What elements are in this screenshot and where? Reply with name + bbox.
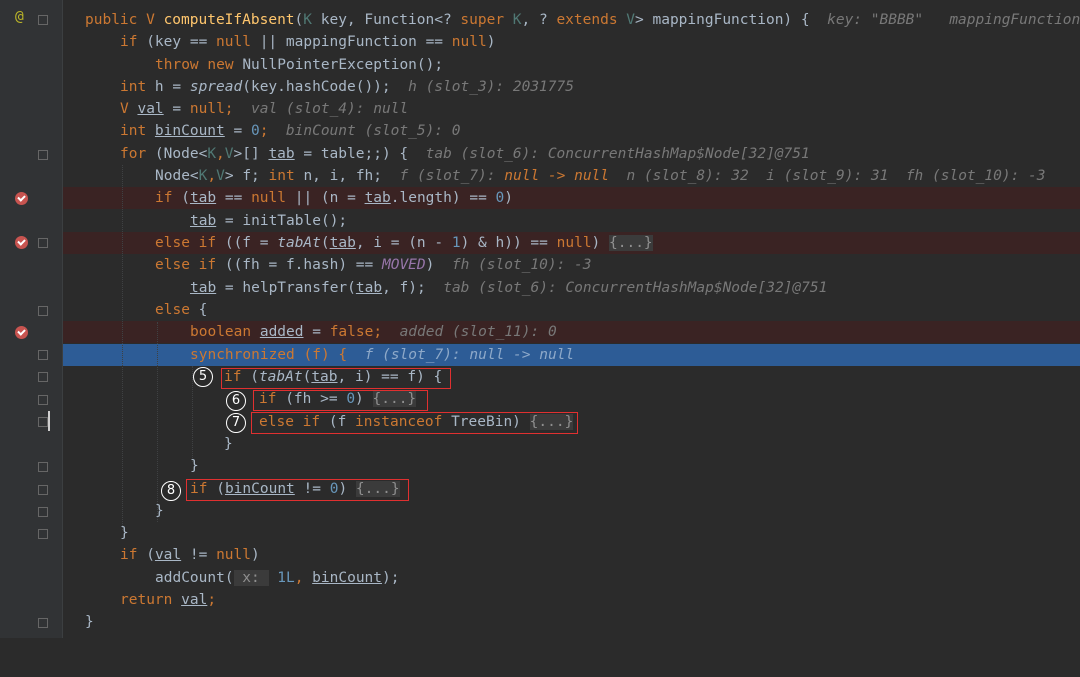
fold-toggle-icon[interactable] (38, 485, 48, 495)
highlight-box-6 (253, 390, 428, 411)
code-line[interactable]: if (key == null || mappingFunction == nu… (0, 31, 1080, 53)
fold-toggle-icon[interactable] (38, 618, 48, 628)
inline-debug-value: added (slot_11): 0 (399, 324, 557, 340)
inline-debug-value: fh (slot_10): -3 (451, 257, 592, 273)
breakpoint-icon[interactable] (15, 236, 28, 249)
code-line[interactable]: return val; (0, 589, 1080, 611)
inline-debug-value: f (slot_7): null -> null (364, 347, 575, 363)
code-line[interactable]: int binCount = 0; binCount (slot_5): 0 (0, 120, 1080, 142)
text-caret (48, 411, 50, 431)
fold-toggle-icon[interactable] (38, 417, 48, 427)
code-line[interactable]: else { (0, 299, 1080, 321)
current-execution-line[interactable]: synchronized (f) { f (slot_7): null -> n… (0, 344, 1080, 366)
highlight-box-7 (251, 412, 578, 434)
code-line[interactable]: for (Node<K,V>[] tab = table;;) { tab (s… (0, 143, 1080, 165)
fold-toggle-icon[interactable] (38, 15, 48, 25)
inline-debug-value: tab (slot_6): ConcurrentHashMap$Node[32]… (443, 280, 828, 296)
override-icon[interactable]: @ (15, 9, 24, 25)
inline-debug-value: f (slot_7): null -> null n (slot_8): 32 … (399, 168, 1046, 184)
code-line[interactable]: tab = initTable(); (0, 210, 1080, 232)
fold-toggle-icon[interactable] (38, 507, 48, 517)
step-marker-6: 6 (226, 391, 246, 411)
indent-guide (122, 165, 123, 530)
step-marker-7: 7 (226, 413, 246, 433)
highlight-box-5 (221, 368, 451, 389)
fold-toggle-icon[interactable] (38, 350, 48, 360)
editor-gutter[interactable] (0, 0, 63, 638)
parameter-hint: x: (233, 570, 269, 586)
code-line[interactable]: } (0, 522, 1080, 544)
code-line[interactable]: } (0, 611, 1080, 633)
breakpoint-icon[interactable] (15, 326, 28, 339)
fold-toggle-icon[interactable] (38, 150, 48, 160)
fold-toggle-icon[interactable] (38, 529, 48, 539)
code-line[interactable]: else if ((fh = f.hash) == MOVED) fh (slo… (0, 254, 1080, 276)
highlight-box-8 (186, 479, 409, 501)
code-line-breakpoint[interactable]: boolean added = false; added (slot_11): … (0, 321, 1080, 343)
step-marker-5: 5 (193, 367, 213, 387)
indent-guide (157, 322, 158, 522)
code-line[interactable]: } (0, 500, 1080, 522)
code-line[interactable]: throw new NullPointerException(); (0, 54, 1080, 76)
inline-debug-value: binCount (slot_5): 0 (285, 123, 461, 139)
code-line[interactable]: if (tabAt(tab, i) == f) { (0, 366, 1080, 388)
fold-toggle-icon[interactable] (38, 306, 48, 316)
inline-debug-value: tab (slot_6): ConcurrentHashMap$Node[32]… (425, 146, 810, 162)
inline-debug-value: key: "BBBB" mappingFunction: (827, 12, 1080, 28)
code-line[interactable]: } (0, 433, 1080, 455)
step-marker-8: 8 (161, 481, 181, 501)
inline-debug-value: val (slot_4): null (251, 101, 409, 117)
code-line[interactable]: V val = null; val (slot_4): null (0, 98, 1080, 120)
code-line[interactable]: public V computeIfAbsent(K key, Function… (0, 9, 1080, 31)
code-line[interactable]: tab = helpTransfer(tab, f); tab (slot_6)… (0, 277, 1080, 299)
code-line[interactable]: } (0, 455, 1080, 477)
inline-debug-value: h (slot_3): 2031775 (408, 79, 574, 95)
code-editor[interactable]: public V computeIfAbsent(K key, Function… (0, 0, 1080, 638)
fold-toggle-icon[interactable] (38, 395, 48, 405)
code-line-breakpoint[interactable]: if (tab == null || (n = tab.length) == 0… (0, 187, 1080, 209)
folded-block[interactable]: {...} (609, 235, 653, 251)
fold-toggle-icon[interactable] (38, 238, 48, 248)
code-line[interactable]: if (val != null) (0, 544, 1080, 566)
code-line[interactable]: if (fh >= 0) {...} (0, 388, 1080, 410)
code-line[interactable]: int h = spread(key.hashCode()); h (slot_… (0, 76, 1080, 98)
fold-toggle-icon[interactable] (38, 372, 48, 382)
code-line-breakpoint[interactable]: else if ((f = tabAt(tab, i = (n - 1) & h… (0, 232, 1080, 254)
code-line[interactable]: Node<K,V> f; int n, i, fh; f (slot_7): n… (0, 165, 1080, 187)
breakpoint-icon[interactable] (15, 192, 28, 205)
fold-toggle-icon[interactable] (38, 462, 48, 472)
code-line[interactable]: addCount( x: 1L, binCount); (0, 567, 1080, 589)
